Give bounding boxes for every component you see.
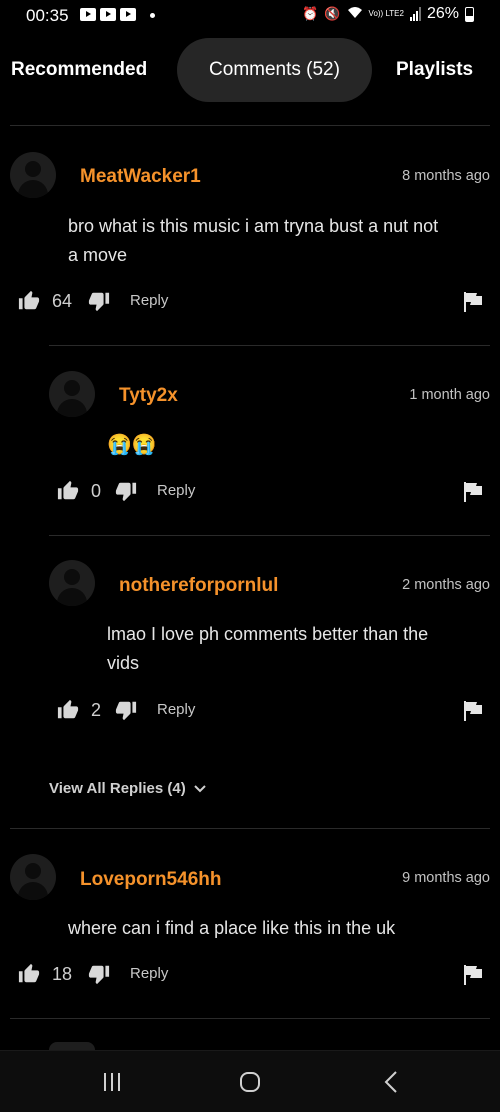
avatar[interactable] [49, 560, 95, 606]
thumbs-up-icon[interactable] [57, 480, 79, 502]
wifi-icon [347, 6, 363, 22]
comment-actions: 0 Reply [57, 480, 490, 508]
comment-text-line: vids [107, 653, 140, 673]
comment-timestamp: 2 months ago [402, 577, 490, 593]
signal-icon [409, 7, 421, 21]
system-navigation-bar [0, 1050, 500, 1112]
network-label: Vo)) LTE2 [368, 9, 404, 18]
divider [10, 828, 490, 829]
reply-button[interactable]: Reply [130, 292, 168, 309]
like-count: 2 [91, 700, 102, 720]
status-time: 00:35 [26, 6, 69, 25]
comment-actions: 2 Reply [57, 699, 490, 727]
tab-playlists[interactable]: Playlists [396, 38, 473, 102]
thumbs-down-icon[interactable] [88, 963, 110, 985]
comment-timestamp: 8 months ago [402, 168, 490, 184]
video-app-icon [80, 8, 96, 21]
comment-actions: 18 Reply [18, 963, 490, 991]
status-right: ⏰ 🔇 Vo)) LTE2 26% [302, 5, 474, 23]
reply-button[interactable]: Reply [130, 965, 168, 982]
like-count: 18 [52, 964, 73, 984]
comment-timestamp: 1 month ago [409, 387, 490, 403]
flag-icon[interactable] [464, 482, 482, 502]
comment-username[interactable]: nothereforpornlul [119, 575, 278, 597]
battery-icon [465, 6, 474, 22]
tab-bar: Recommended Comments (52) Playlists [0, 38, 500, 102]
comment-text: 😭😭 [107, 434, 157, 456]
view-all-replies-label: View All Replies (4) [49, 780, 186, 797]
more-notifications-dot [150, 13, 155, 18]
avatar [49, 1042, 95, 1050]
recent-apps-icon [104, 1073, 120, 1091]
recent-apps-button[interactable] [82, 1051, 142, 1112]
comment-actions: 64 Reply [18, 290, 490, 318]
divider [10, 125, 490, 126]
like-count: 64 [52, 291, 73, 311]
comment-username[interactable]: Loveporn546hh [80, 869, 221, 891]
comment-text-line: a move [68, 245, 128, 265]
divider [10, 1018, 490, 1019]
reply-button[interactable]: Reply [157, 701, 195, 718]
alarm-icon: ⏰ [302, 6, 319, 21]
avatar[interactable] [49, 371, 95, 417]
comment-username[interactable]: Tyty2x [119, 385, 178, 407]
flag-icon[interactable] [464, 292, 482, 312]
thumbs-up-icon[interactable] [18, 963, 40, 985]
thumbs-up-icon[interactable] [57, 699, 79, 721]
home-icon [240, 1072, 260, 1092]
view-all-replies-button[interactable]: View All Replies (4) [49, 780, 206, 797]
flag-icon[interactable] [464, 965, 482, 985]
comment-timestamp: 9 months ago [402, 870, 490, 886]
battery-percent: 26% [426, 5, 459, 22]
video-app-icon [100, 8, 116, 21]
avatar[interactable] [10, 854, 56, 900]
video-app-icon [120, 8, 136, 21]
tab-recommended[interactable]: Recommended [11, 38, 147, 102]
flag-icon[interactable] [464, 701, 482, 721]
thumbs-down-icon[interactable] [115, 699, 137, 721]
home-button[interactable] [220, 1051, 280, 1112]
chevron-down-icon [194, 784, 206, 792]
tab-comments[interactable]: Comments (52) [177, 38, 372, 102]
comment-text-line: bro what is this music i am tryna bust a… [68, 216, 439, 236]
back-button[interactable] [361, 1051, 421, 1112]
back-icon [384, 1071, 397, 1093]
comment-text: bro what is this music i am tryna bust a… [68, 212, 438, 270]
comment-text: where can i find a place like this in th… [68, 918, 396, 938]
thumbs-down-icon[interactable] [88, 290, 110, 312]
reply-button[interactable]: Reply [157, 482, 195, 499]
divider [49, 535, 490, 536]
divider [49, 345, 490, 346]
thumbs-down-icon[interactable] [115, 480, 137, 502]
status-bar: 00:35 ⏰ 🔇 Vo)) LTE2 26% [0, 0, 500, 32]
thumbs-up-icon[interactable] [18, 290, 40, 312]
avatar[interactable] [10, 152, 56, 198]
comment-text: lmao I love ph comments better than the … [107, 620, 428, 678]
notification-icons [80, 8, 136, 21]
comment-username[interactable]: MeatWacker1 [80, 166, 201, 188]
mute-icon: 🔇 [324, 6, 341, 21]
comment-text-line: lmao I love ph comments better than the [107, 624, 429, 644]
like-count: 0 [91, 481, 102, 501]
